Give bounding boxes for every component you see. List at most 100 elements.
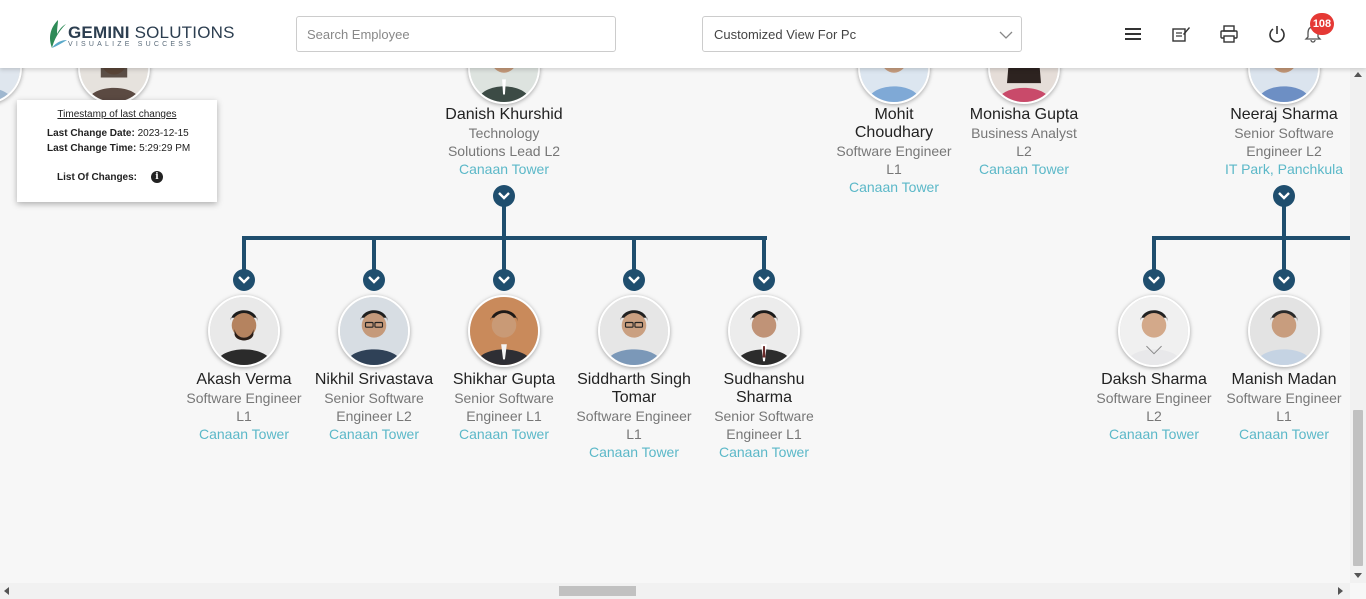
employee-card[interactable]: Akash Verma Software Engineer L1 Canaan … xyxy=(174,371,314,443)
expand-toggle[interactable] xyxy=(363,269,385,291)
employee-name: Nikhil Srivastava xyxy=(314,371,434,388)
company-logo[interactable]: GEMINI SOLUTIONS VISUALIZE SUCCESS xyxy=(46,18,234,52)
avatar[interactable] xyxy=(78,68,150,104)
avatar[interactable] xyxy=(338,295,410,367)
chevron-down-icon xyxy=(758,276,770,284)
top-header: GEMINI SOLUTIONS VISUALIZE SUCCESS Custo… xyxy=(0,0,1366,68)
employee-location: Canaan Tower xyxy=(458,426,550,442)
employee-card[interactable]: Sudhanshu Sharma Senior Software Enginee… xyxy=(694,371,834,461)
connector-line xyxy=(502,236,506,272)
expand-toggle[interactable] xyxy=(753,269,775,291)
employee-designation: Software Engineer xyxy=(836,143,952,159)
employee-designation: Engineer L1 xyxy=(726,426,802,442)
employee-name: Daksh Sharma xyxy=(1101,371,1207,388)
employee-name: Akash Verma xyxy=(196,371,292,388)
chevron-down-icon xyxy=(498,276,510,284)
horizontal-scrollbar[interactable] xyxy=(0,583,1350,599)
employee-card[interactable]: Daksh Sharma Software Engineer L2 Canaan… xyxy=(1084,371,1224,443)
employee-card[interactable]: Neeraj Sharma Senior Software Engineer L… xyxy=(1214,106,1350,178)
employee-designation: Engineer L1 xyxy=(466,408,542,424)
avatar[interactable] xyxy=(1248,295,1320,367)
employee-designation: L1 xyxy=(626,426,642,442)
expand-toggle[interactable] xyxy=(1143,269,1165,291)
expand-toggle[interactable] xyxy=(1273,269,1295,291)
employee-designation: Software Engineer xyxy=(1096,390,1212,406)
scroll-down-arrow-icon[interactable] xyxy=(1354,573,1362,578)
scroll-up-arrow-icon[interactable] xyxy=(1354,72,1362,77)
menu-icon[interactable] xyxy=(1123,24,1143,44)
employee-location: Canaan Tower xyxy=(198,426,290,442)
notification-badge[interactable]: 108 xyxy=(1310,13,1334,35)
employee-designation: Engineer L2 xyxy=(1246,143,1322,159)
avatar[interactable] xyxy=(468,295,540,367)
view-select[interactable]: Customized View For Pc xyxy=(702,16,1022,52)
leaf-logo-icon xyxy=(50,20,67,48)
employee-designation: Senior Software xyxy=(454,390,554,406)
edit-note-icon[interactable] xyxy=(1171,24,1191,44)
avatar[interactable] xyxy=(468,68,540,104)
employee-name: Siddharth Singh xyxy=(577,371,691,388)
info-icon[interactable]: i xyxy=(151,171,163,183)
employee-card[interactable]: Manish Madan Software Engineer L1 Canaan… xyxy=(1214,371,1350,443)
avatar[interactable] xyxy=(1118,295,1190,367)
employee-name: Choudhary xyxy=(854,124,934,141)
expand-toggle[interactable] xyxy=(623,269,645,291)
employee-card[interactable]: Mohit Choudhary Software Engineer L1 Can… xyxy=(824,106,964,196)
logo-main: GEMINI xyxy=(68,23,130,42)
expand-toggle[interactable] xyxy=(493,269,515,291)
avatar[interactable] xyxy=(988,68,1060,104)
last-change-time-value: 5:29:29 PM xyxy=(139,143,191,154)
chevron-down-icon xyxy=(1278,276,1290,284)
employee-designation: Business Analyst xyxy=(971,125,1077,141)
employee-designation: L1 xyxy=(1276,408,1292,424)
search-input[interactable] xyxy=(296,16,616,52)
expand-toggle[interactable] xyxy=(493,185,515,207)
expand-toggle[interactable] xyxy=(233,269,255,291)
employee-name: Sharma xyxy=(735,389,793,406)
chevron-down-icon xyxy=(628,276,640,284)
employee-name: Monisha Gupta xyxy=(969,106,1079,123)
employee-card[interactable]: Monisha Gupta Business Analyst L2 Canaan… xyxy=(954,106,1094,178)
avatar[interactable] xyxy=(598,295,670,367)
connector-line xyxy=(242,236,246,272)
employee-card[interactable]: Siddharth Singh Tomar Software Engineer … xyxy=(564,371,704,461)
employee-designation: Engineer L2 xyxy=(336,408,412,424)
chevron-down-icon xyxy=(1148,276,1160,284)
horizontal-scroll-thumb[interactable] xyxy=(559,586,636,596)
connector-line xyxy=(1152,236,1350,240)
connector-line xyxy=(1152,236,1156,272)
avatar[interactable] xyxy=(208,295,280,367)
print-icon[interactable] xyxy=(1219,24,1239,44)
avatar[interactable] xyxy=(728,295,800,367)
scroll-left-arrow-icon[interactable] xyxy=(4,587,9,595)
employee-name: Neeraj Sharma xyxy=(1230,106,1338,123)
employee-card[interactable]: Danish Khurshid Technology Solutions Lea… xyxy=(434,106,574,178)
scroll-right-arrow-icon[interactable] xyxy=(1338,587,1343,595)
chevron-down-icon xyxy=(368,276,380,284)
connector-line xyxy=(632,236,636,272)
employee-name: Mohit xyxy=(874,106,914,123)
employee-name: Tomar xyxy=(611,389,657,406)
chevron-down-icon xyxy=(1278,192,1290,200)
employee-location: Canaan Tower xyxy=(328,426,420,442)
employee-location: Canaan Tower xyxy=(978,161,1070,177)
employee-designation: L1 xyxy=(886,161,902,177)
avatar[interactable] xyxy=(0,68,22,104)
employee-location: Canaan Tower xyxy=(1108,426,1200,442)
chevron-down-icon xyxy=(498,192,510,200)
avatar[interactable] xyxy=(1248,68,1320,104)
vertical-scroll-thumb[interactable] xyxy=(1353,410,1363,566)
employee-card[interactable]: Shikhar Gupta Senior Software Engineer L… xyxy=(434,371,574,443)
employee-name: Manish Madan xyxy=(1231,371,1337,388)
employee-name: Shikhar Gupta xyxy=(452,371,556,388)
vertical-scrollbar[interactable] xyxy=(1350,68,1366,583)
chevron-down-icon xyxy=(999,31,1013,39)
employee-location: Canaan Tower xyxy=(718,444,810,460)
power-icon[interactable] xyxy=(1267,24,1287,44)
connector-line xyxy=(762,236,766,272)
employee-location: Canaan Tower xyxy=(458,161,550,177)
employee-card[interactable]: Nikhil Srivastava Senior Software Engine… xyxy=(304,371,444,443)
expand-toggle[interactable] xyxy=(1273,185,1295,207)
avatar[interactable] xyxy=(858,68,930,104)
view-select-value: Customized View For Pc xyxy=(714,27,857,42)
